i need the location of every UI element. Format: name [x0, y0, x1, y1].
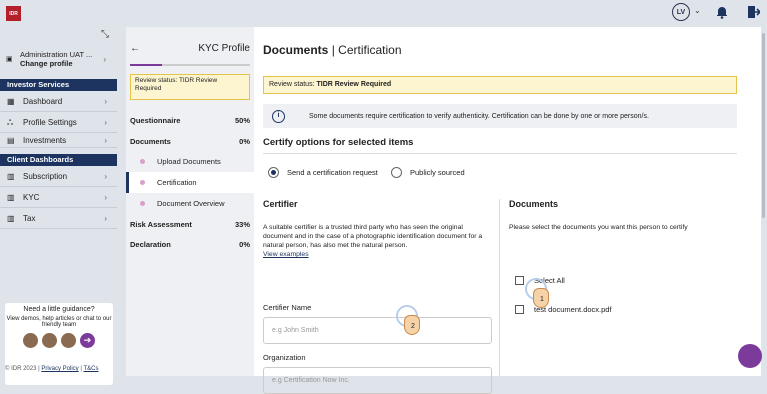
document-checkbox[interactable]: test document.docx.pdf — [515, 305, 612, 314]
collapse-icon[interactable]: ⤡ — [101, 29, 109, 40]
info-icon: i — [272, 109, 285, 123]
substep-certification[interactable]: Certification — [126, 172, 254, 193]
steps-title: KYC Profile — [198, 43, 250, 54]
sidebar-item-subscription[interactable]: ▥ Subscription › — [0, 167, 117, 187]
documents-section: Documents Please select the documents yo… — [509, 199, 739, 314]
footer: © IDR 2023 | Privacy Policy | T&Cs — [5, 366, 99, 372]
certifier-description: A suitable certifier is a trusted third … — [263, 224, 483, 258]
review-status-badge: Review status: TIDR Review Required — [130, 74, 250, 100]
bell-icon[interactable] — [715, 5, 729, 19]
sidebar: ⤡ ▣ Administration UAT ... Change profile… — [0, 27, 117, 385]
account-switcher[interactable]: ▣ Administration UAT ... Change profile › — [6, 50, 114, 68]
account-name: Administration UAT ... — [20, 50, 93, 59]
sidebar-item-profile-settings[interactable]: ஃ Profile Settings › — [0, 113, 117, 133]
steps-panel: ← KYC Profile Review status: TIDR Review … — [126, 27, 254, 376]
sidebar-item-investments[interactable]: ▤ Investments › — [0, 134, 117, 148]
guidance-title: Need a little guidance? — [23, 306, 95, 313]
certify-options-heading: Certify options for selected items — [263, 137, 414, 148]
progress-bar — [130, 64, 250, 66]
guidance-card[interactable]: Need a little guidance? View demos, help… — [5, 303, 113, 385]
main-content: Documents | Certification Review status:… — [254, 27, 761, 394]
tax-icon: ▥ — [7, 214, 15, 223]
team-avatar — [42, 333, 57, 348]
user-avatar[interactable]: LV — [672, 3, 690, 21]
step-declaration[interactable]: Declaration 0% — [130, 240, 254, 249]
step-risk-assessment[interactable]: Risk Assessment 33% — [130, 220, 254, 229]
section-investor-services: Investor Services — [0, 79, 117, 91]
guidance-text: View demos, help articles or chat to our… — [6, 316, 112, 328]
radio-send-certification-request[interactable]: Send a certification request — [268, 167, 378, 178]
team-avatar — [23, 333, 38, 348]
chevron-right-icon: › — [103, 55, 106, 64]
substep-document-overview[interactable]: Document Overview — [126, 193, 254, 214]
briefcase-icon: ▣ — [6, 56, 13, 63]
kyc-icon: ▥ — [7, 193, 15, 202]
scrollbar[interactable] — [762, 33, 765, 218]
certifier-section: Certifier A suitable certifier is a trus… — [263, 199, 492, 394]
arrow-right-icon[interactable]: ➔ — [80, 333, 95, 348]
view-examples-link[interactable]: View examples — [263, 251, 309, 258]
radio-publicly-sourced[interactable]: Publicly sourced — [391, 167, 465, 178]
hand-pointer-icon: 1 — [525, 278, 555, 312]
certifier-name-input[interactable]: e.g John Smith — [263, 317, 492, 344]
back-arrow-icon[interactable]: ← — [130, 43, 140, 54]
documents-description: Please select the documents you want thi… — [509, 224, 688, 231]
chevron-down-icon[interactable]: ⌄ — [694, 6, 701, 15]
review-status-banner: Review status: TIDR Review Required — [263, 76, 737, 94]
change-profile-link[interactable]: Change profile — [20, 59, 92, 68]
section-client-dashboards: Client Dashboards — [0, 154, 117, 166]
sidebar-item-kyc[interactable]: ▥ KYC › — [0, 188, 117, 208]
organization-input[interactable]: e.g Certification Now Inc. — [263, 367, 492, 394]
tcs-link[interactable]: T&Cs — [83, 366, 98, 372]
investments-icon: ▤ — [7, 136, 15, 145]
page-title: Documents | Certification — [263, 43, 402, 57]
documents-heading: Documents — [509, 199, 559, 209]
team-avatar — [61, 333, 76, 348]
certifier-name-label: Certifier Name — [263, 303, 312, 312]
chat-help-icon[interactable] — [738, 344, 762, 368]
organization-label: Organization — [263, 353, 306, 362]
privacy-policy-link[interactable]: Privacy Policy — [41, 366, 78, 372]
sidebar-item-dashboard[interactable]: ▦ Dashboard › — [0, 92, 117, 112]
info-box: i Some documents require certification to… — [263, 104, 737, 128]
idr-logo[interactable]: IDR — [6, 6, 21, 21]
users-icon: ஃ — [7, 117, 14, 127]
sidebar-item-tax[interactable]: ▥ Tax › — [0, 209, 117, 229]
dashboard-icon: ▦ — [7, 97, 15, 106]
step-documents[interactable]: Documents 0% — [130, 137, 254, 146]
subscription-icon: ▥ — [7, 172, 15, 181]
step-questionnaire[interactable]: Questionnaire 50% — [130, 116, 254, 125]
top-bar: IDR LV ⌄ — [0, 0, 767, 27]
logout-icon[interactable] — [748, 5, 760, 19]
certifier-heading: Certifier — [263, 199, 298, 209]
substep-upload-documents[interactable]: Upload Documents — [126, 151, 254, 172]
hand-pointer-icon: 2 — [396, 305, 426, 339]
